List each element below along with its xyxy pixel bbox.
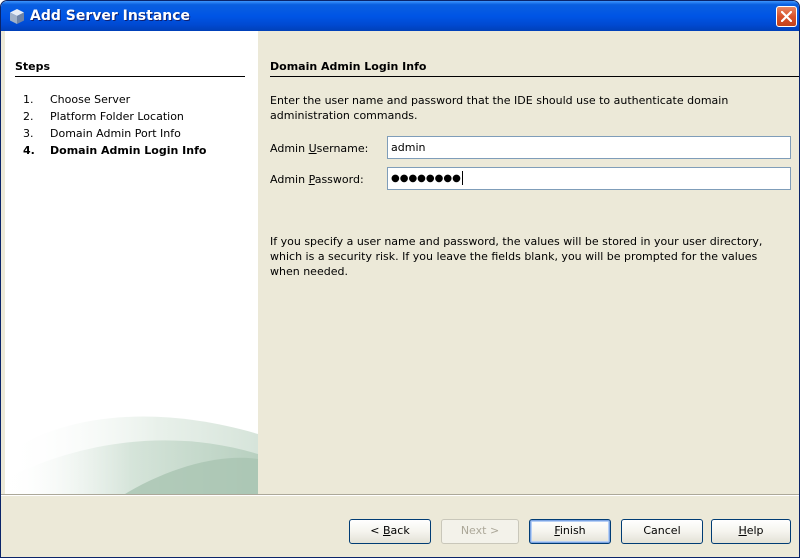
password-value: ●●●●●●●● bbox=[391, 173, 461, 184]
next-button[interactable]: Next > bbox=[441, 519, 519, 544]
close-button[interactable] bbox=[776, 6, 797, 27]
username-value: admin bbox=[391, 141, 426, 154]
step-number: 1. bbox=[23, 93, 34, 106]
step-number: 2. bbox=[23, 110, 34, 123]
page-title: Domain Admin Login Info bbox=[270, 60, 799, 77]
add-server-instance-dialog: Add Server Instance Steps 1. Choose Serve… bbox=[0, 0, 800, 558]
admin-password-field[interactable]: ●●●●●●●● bbox=[387, 167, 791, 190]
password-label: Admin Password: bbox=[270, 173, 364, 186]
text-caret bbox=[461, 171, 463, 185]
window-title: Add Server Instance bbox=[30, 8, 191, 24]
close-icon bbox=[781, 11, 792, 22]
security-note: If you specify a user name and password,… bbox=[270, 235, 763, 278]
step-label: Choose Server bbox=[50, 93, 131, 106]
step-number: 4. bbox=[23, 144, 35, 157]
admin-username-field[interactable]: admin bbox=[387, 136, 791, 159]
description-text: Enter the user name and password that th… bbox=[270, 94, 729, 122]
help-button[interactable]: Help bbox=[711, 519, 791, 544]
steps-header: Steps bbox=[15, 60, 245, 77]
step-item-platform-folder: 2. Platform Folder Location bbox=[23, 108, 206, 125]
finish-button[interactable]: Finish bbox=[529, 519, 611, 544]
back-button[interactable]: < Back bbox=[349, 519, 431, 544]
content-panel: Domain Admin Login Info Enter the user n… bbox=[258, 31, 799, 494]
steps-panel: Steps 1. Choose Server 2. Platform Folder … bbox=[5, 31, 258, 494]
step-item-choose-server: 1. Choose Server bbox=[23, 91, 206, 108]
server-cube-icon bbox=[10, 9, 24, 24]
button-separator bbox=[1, 494, 799, 496]
title-bar[interactable]: Add Server Instance bbox=[1, 1, 799, 31]
username-mnemonic: U bbox=[308, 142, 317, 155]
step-label: Platform Folder Location bbox=[50, 110, 184, 123]
steps-list: 1. Choose Server 2. Platform Folder Locati… bbox=[23, 91, 206, 159]
step-item-admin-port: 3. Domain Admin Port Info bbox=[23, 125, 206, 142]
decorative-swoosh bbox=[5, 416, 258, 494]
step-label: Domain Admin Port Info bbox=[50, 127, 181, 140]
step-label: Domain Admin Login Info bbox=[50, 144, 207, 157]
username-label: Admin Username: bbox=[270, 142, 369, 155]
cancel-button[interactable]: Cancel bbox=[621, 519, 703, 544]
step-item-admin-login: 4. Domain Admin Login Info bbox=[23, 142, 206, 159]
step-number: 3. bbox=[23, 127, 34, 140]
